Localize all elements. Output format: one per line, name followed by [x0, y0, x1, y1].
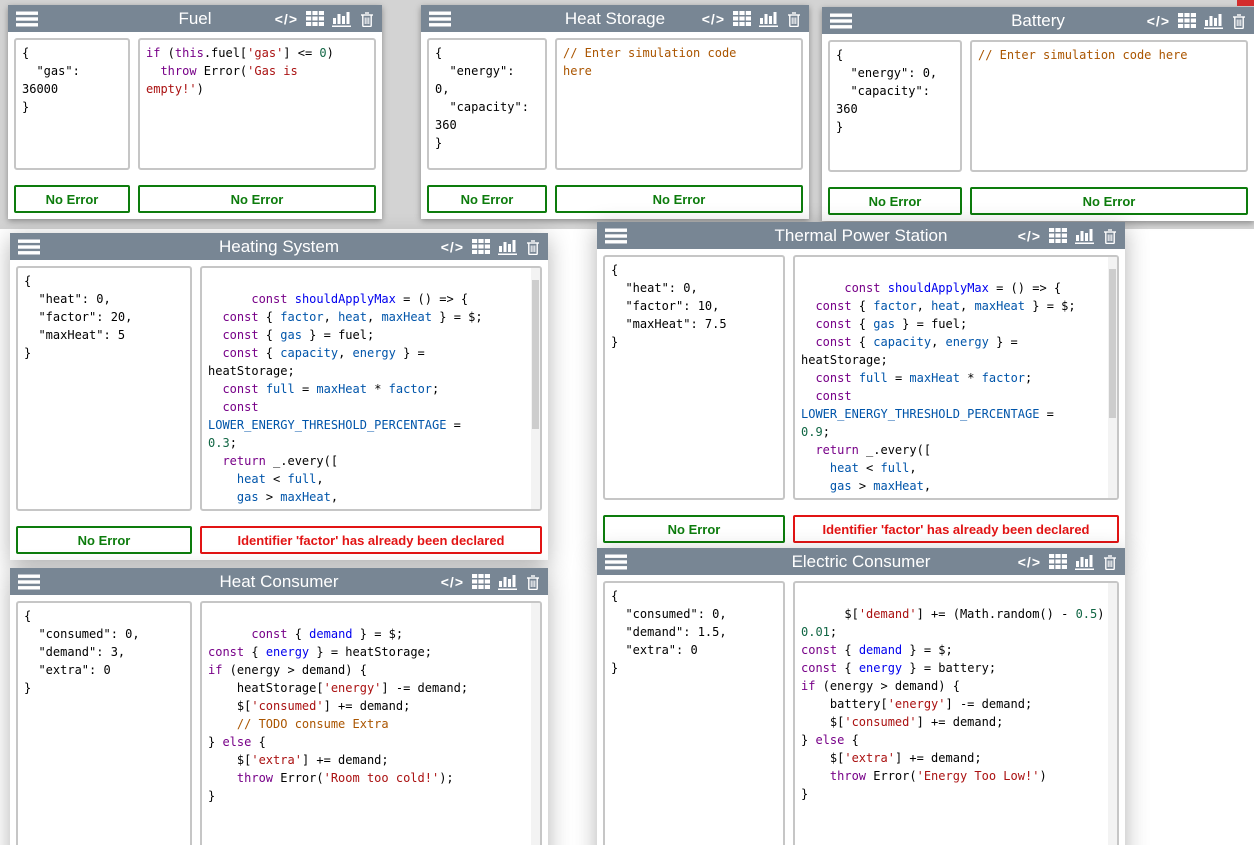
panel-header: Heat Consumer </>: [10, 568, 548, 595]
trash-icon[interactable]: [1103, 554, 1117, 570]
trash-icon[interactable]: [1232, 13, 1246, 29]
trash-icon[interactable]: [360, 11, 374, 27]
trash-icon[interactable]: [1103, 228, 1117, 244]
state-editor[interactable]: { "energy": 0, "capacity": 360 }: [427, 38, 547, 170]
table-icon[interactable]: [472, 239, 490, 254]
state-editor[interactable]: { "heat": 0, "factor": 20, "maxHeat": 5 …: [16, 266, 192, 511]
code-status: No Error: [555, 185, 803, 213]
code-editor[interactable]: if (this.fuel['gas'] <= 0) throw Error('…: [138, 38, 376, 170]
state-status: No Error: [16, 526, 192, 554]
code-icon[interactable]: </>: [1147, 14, 1170, 28]
code-editor[interactable]: // Enter simulation code here: [970, 40, 1248, 172]
panel-header: Thermal Power Station </>: [597, 222, 1125, 249]
scrollbar-thumb[interactable]: [532, 280, 539, 429]
panel-heat-consumer: Heat Consumer </> { "consumed": 0, "dema…: [10, 568, 548, 845]
menu-icon[interactable]: [16, 11, 38, 27]
menu-icon[interactable]: [605, 228, 627, 244]
table-icon[interactable]: [472, 574, 490, 589]
offscreen-error-fragment: [1237, 0, 1254, 6]
state-editor[interactable]: { "energy": 0, "capacity": 360 }: [828, 40, 962, 172]
chart-icon[interactable]: [1075, 554, 1095, 570]
panel-header: Heat Storage </>: [421, 5, 809, 32]
scrollbar[interactable]: [1108, 257, 1117, 498]
state-editor[interactable]: { "consumed": 0, "demand": 1.5, "extra":…: [603, 581, 785, 845]
chart-icon[interactable]: [759, 11, 779, 27]
header-actions: </>: [275, 11, 374, 27]
menu-icon[interactable]: [18, 239, 40, 255]
code-editor[interactable]: // Enter simulation code here: [555, 38, 803, 170]
state-status: No Error: [828, 187, 962, 215]
code-icon[interactable]: </>: [441, 240, 464, 254]
panel-header: Heating System </>: [10, 233, 548, 260]
code-icon[interactable]: </>: [702, 12, 725, 26]
menu-icon[interactable]: [605, 554, 627, 570]
panel-header: Electric Consumer </>: [597, 548, 1125, 575]
panel-fuel: Fuel </> { "gas": 36000 } if (this.fuel[…: [8, 5, 382, 219]
panel-electric-consumer: Electric Consumer </> { "consumed": 0, "…: [597, 548, 1125, 845]
header-actions: </>: [1018, 554, 1117, 570]
chart-icon[interactable]: [332, 11, 352, 27]
chart-icon[interactable]: [1204, 13, 1224, 29]
menu-icon[interactable]: [830, 13, 852, 29]
scrollbar[interactable]: [1108, 583, 1117, 845]
header-actions: </>: [702, 11, 801, 27]
panel-header: Battery </>: [822, 7, 1254, 34]
table-icon[interactable]: [733, 11, 751, 26]
code-editor[interactable]: const shouldApplyMax = () => { const { f…: [200, 266, 542, 511]
panel-battery: Battery </> { "energy": 0, "capacity": 3…: [822, 7, 1254, 221]
table-icon[interactable]: [1178, 13, 1196, 28]
scrollbar-thumb[interactable]: [1109, 269, 1116, 418]
code-status: Identifier 'factor' has already been dec…: [793, 515, 1119, 543]
panel-heating-system: Heating System </> { "heat": 0, "factor"…: [10, 233, 548, 560]
header-actions: </>: [1147, 13, 1246, 29]
scrollbar[interactable]: [531, 603, 540, 845]
menu-icon[interactable]: [18, 574, 40, 590]
chart-icon[interactable]: [1075, 228, 1095, 244]
state-editor[interactable]: { "consumed": 0, "demand": 3, "extra": 0…: [16, 601, 192, 845]
state-status: No Error: [427, 185, 547, 213]
scrollbar[interactable]: [531, 268, 540, 509]
panel-thermal-power-station: Thermal Power Station </> { "heat": 0, "…: [597, 222, 1125, 549]
panel-header: Fuel </>: [8, 5, 382, 32]
code-icon[interactable]: </>: [1018, 229, 1041, 243]
chart-icon[interactable]: [498, 574, 518, 590]
panel-heat-storage: Heat Storage </> { "energy": 0, "capacit…: [421, 5, 809, 219]
state-editor[interactable]: { "gas": 36000 }: [14, 38, 130, 170]
code-status: No Error: [138, 185, 376, 213]
chart-icon[interactable]: [498, 239, 518, 255]
trash-icon[interactable]: [526, 239, 540, 255]
code-editor[interactable]: $['demand'] += (Math.random() - 0.5) * 0…: [793, 581, 1119, 845]
code-status: Identifier 'factor' has already been dec…: [200, 526, 542, 554]
state-editor[interactable]: { "heat": 0, "factor": 10, "maxHeat": 7.…: [603, 255, 785, 500]
table-icon[interactable]: [306, 11, 324, 26]
state-status: No Error: [14, 185, 130, 213]
code-icon[interactable]: </>: [1018, 555, 1041, 569]
trash-icon[interactable]: [787, 11, 801, 27]
header-actions: </>: [441, 574, 540, 590]
trash-icon[interactable]: [526, 574, 540, 590]
menu-icon[interactable]: [429, 11, 451, 27]
table-icon[interactable]: [1049, 554, 1067, 569]
code-icon[interactable]: </>: [441, 575, 464, 589]
code-icon[interactable]: </>: [275, 12, 298, 26]
header-actions: </>: [1018, 228, 1117, 244]
state-status: No Error: [603, 515, 785, 543]
code-editor[interactable]: const { demand } = $; const { energy } =…: [200, 601, 542, 845]
code-status: No Error: [970, 187, 1248, 215]
code-editor[interactable]: const shouldApplyMax = () => { const { f…: [793, 255, 1119, 500]
table-icon[interactable]: [1049, 228, 1067, 243]
header-actions: </>: [441, 239, 540, 255]
